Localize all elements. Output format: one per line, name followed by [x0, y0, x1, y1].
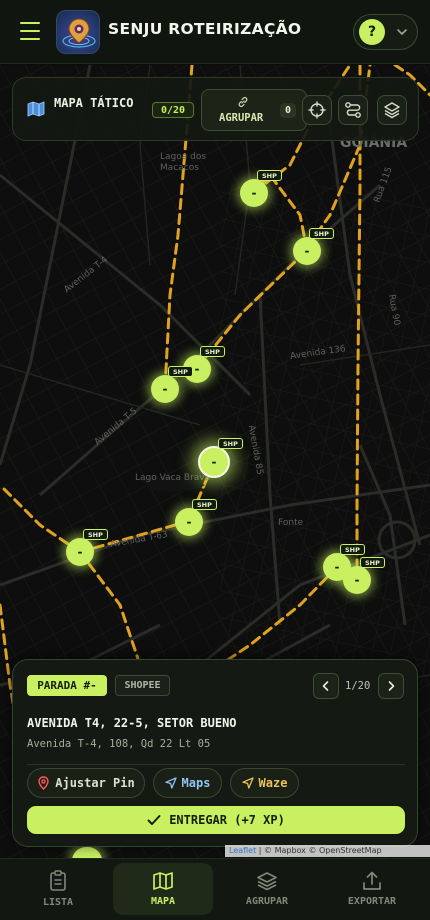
group-button-label: AGRUPAR — [219, 112, 264, 124]
stop-address-detail: Avenida T-4, 108, Qd 22 Lt 05 — [27, 738, 211, 750]
navigation-icon — [164, 777, 177, 789]
help-menu[interactable]: ? — [353, 14, 418, 50]
shp-tag: SHP — [83, 529, 108, 540]
adjust-pin-label: Ajustar Pin — [55, 776, 135, 790]
leaflet-link[interactable]: Leaflet — [229, 846, 256, 855]
shp-tag: SHP — [309, 228, 334, 239]
app-title: SENJU ROTEIRIZAÇÃO — [108, 20, 302, 38]
stop-address: AVENIDA T4, 22-5, SETOR BUENO — [27, 716, 237, 730]
nav-label-lista: LISTA — [42, 897, 74, 908]
shp-tag: SHP — [257, 170, 282, 181]
stop-number-badge: PARADA #- — [27, 675, 107, 696]
waze-label: Waze — [258, 776, 288, 790]
group-button[interactable]: AGRUPAR 0 — [201, 89, 307, 131]
map-label-lago: Lago Vaca Brava — [135, 473, 211, 483]
shp-tag: SHP — [192, 499, 217, 510]
chevron-left-icon — [322, 681, 329, 691]
locate-button[interactable] — [302, 95, 332, 125]
deliver-label: ENTREGAR (+7 XP) — [169, 813, 285, 827]
shp-tag: SHP — [340, 544, 365, 555]
stop-marker[interactable]: - — [175, 508, 203, 536]
layers-icon — [384, 102, 400, 119]
tactical-map-panel: MAPA TÁTICO 0/20 AGRUPAR 0 — [12, 77, 419, 141]
map-label-fonte: Fonte — [278, 518, 304, 528]
bottom-navigation: LISTA MAPA AGRUPAR EXPORTAR — [0, 858, 430, 920]
nav-item-lista[interactable]: LISTA — [8, 863, 108, 915]
menu-icon[interactable] — [20, 22, 40, 40]
maps-label: Maps — [181, 776, 211, 790]
shp-tag: SHP — [360, 557, 385, 568]
help-button[interactable]: ? — [359, 19, 385, 45]
carrier-badge: SHOPEE — [115, 675, 170, 696]
nav-label-mapa: MAPA — [150, 896, 176, 907]
clipboard-list-icon — [50, 870, 66, 891]
map-attribution: Leaflet | © Mapbox © OpenStreetMap — [225, 845, 430, 857]
stop-marker[interactable]: - — [66, 538, 94, 566]
layers-button[interactable] — [377, 95, 407, 125]
stop-marker[interactable]: - — [151, 375, 179, 403]
stop-count-badge: 0/20 — [152, 102, 194, 118]
shp-tag: SHP — [200, 346, 225, 357]
stop-marker[interactable]: - — [293, 237, 321, 265]
stop-marker[interactable]: - — [240, 179, 268, 207]
nav-label-agrupar: AGRUPAR — [245, 896, 289, 907]
group-count: 0 — [280, 103, 296, 118]
map-label-lagoa: Lagoa dos Macacos — [160, 152, 207, 173]
waze-navigation-icon — [241, 777, 254, 789]
stop-detail-card: PARADA #- SHOPEE 1/20 AVENIDA T4, 22-5, … — [12, 659, 418, 847]
selected-stop-marker[interactable]: - — [198, 446, 230, 478]
app-logo-icon — [56, 10, 100, 54]
nav-item-exportar[interactable]: EXPORTAR — [322, 863, 422, 915]
app-header: SENJU ROTEIRIZAÇÃO ? — [0, 0, 430, 64]
shp-tag: SHP — [168, 366, 193, 377]
adjust-pin-button[interactable]: Ajustar Pin — [27, 768, 145, 798]
map-fold-icon — [153, 872, 173, 890]
map-icon — [27, 101, 45, 117]
chevron-down-icon — [397, 29, 407, 35]
next-stop-button[interactable] — [378, 673, 404, 699]
waze-button[interactable]: Waze — [230, 768, 299, 798]
nav-item-mapa[interactable]: MAPA — [113, 863, 213, 915]
nav-label-exportar: EXPORTAR — [347, 896, 397, 907]
nav-item-agrupar[interactable]: AGRUPAR — [217, 863, 317, 915]
crosshair-icon — [308, 101, 326, 119]
pin-icon — [38, 776, 49, 790]
previous-stop-button[interactable] — [313, 673, 339, 699]
route-icon — [345, 102, 361, 118]
deliver-button[interactable]: ENTREGAR (+7 XP) — [27, 806, 405, 834]
layers-stack-icon — [257, 872, 277, 891]
card-divider — [27, 764, 405, 765]
link-icon — [238, 97, 248, 107]
export-icon — [363, 871, 381, 890]
panel-title: MAPA TÁTICO — [54, 96, 134, 110]
check-icon — [147, 815, 161, 825]
stop-marker[interactable]: - — [343, 566, 371, 594]
route-button[interactable] — [338, 95, 368, 125]
maps-button[interactable]: Maps — [153, 768, 222, 798]
stop-pagination: 1/20 — [345, 680, 371, 692]
shp-tag: SHP — [218, 438, 243, 449]
chevron-right-icon — [388, 681, 395, 691]
attribution-text: | © Mapbox © OpenStreetMap — [256, 846, 382, 855]
